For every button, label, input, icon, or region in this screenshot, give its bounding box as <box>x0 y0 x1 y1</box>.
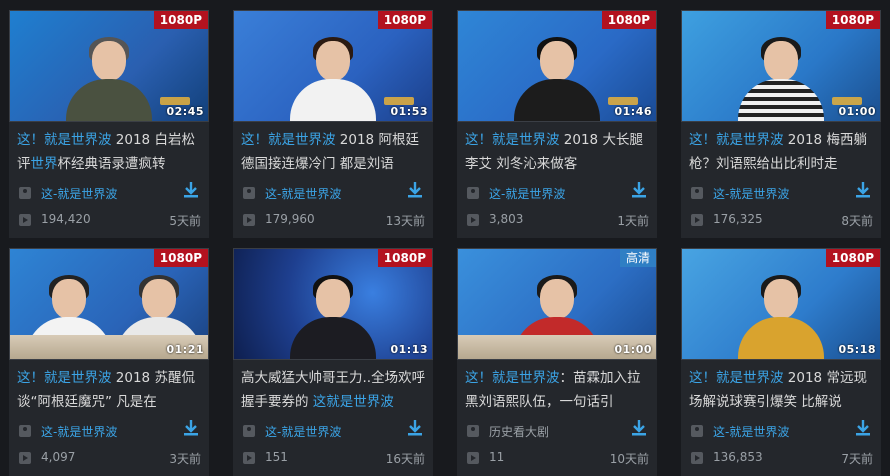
upload-age: 16天前 <box>385 452 425 466</box>
duration-label: 01:00 <box>838 105 876 118</box>
view-count: 151 <box>265 450 288 464</box>
video-title[interactable]: 这！就是世界波 2018 阿根廷德国接连爆冷门 都是刘语 <box>241 128 427 176</box>
view-count: 3,803 <box>489 212 524 226</box>
upload-age: 3天前 <box>169 452 201 466</box>
view-count: 179,960 <box>265 212 315 226</box>
resolution-badge: 1080P <box>153 11 208 29</box>
uploader-link[interactable]: 这-就是世界波 <box>41 423 117 440</box>
video-thumbnail[interactable]: 1080P 05:18 <box>681 248 881 360</box>
uploader-icon <box>19 187 31 199</box>
video-thumbnail[interactable]: 1080P 01:00 <box>681 10 881 122</box>
upload-age: 7天前 <box>841 452 873 466</box>
video-card[interactable]: 1080P 01:00 这！就是世界波 2018 梅西躺枪？刘语熙给出比利时走 … <box>681 10 881 238</box>
play-count-icon <box>691 452 703 464</box>
video-thumbnail[interactable]: 1080P 02:45 <box>9 10 209 122</box>
resolution-badge: 1080P <box>377 249 432 267</box>
play-count-icon <box>19 214 31 226</box>
video-card[interactable]: 1080P 01:21 这！就是世界波 2018 苏醒侃谈“阿根廷魔咒” 凡是在… <box>9 248 209 476</box>
video-title[interactable]: 这！就是世界波 2018 大长腿李艾 刘冬沁来做客 <box>465 128 651 176</box>
duration-label: 01:46 <box>614 105 652 118</box>
view-count: 194,420 <box>41 212 91 226</box>
view-count: 11 <box>489 450 505 464</box>
upload-age: 5天前 <box>169 214 201 228</box>
download-icon[interactable] <box>407 181 423 199</box>
video-title[interactable]: 这！就是世界波：苗霖加入拉黑刘语熙队伍，一句话引 <box>465 366 651 414</box>
video-title[interactable]: 这！就是世界波 2018 白岩松评世界杯经典语录遭疯转 <box>17 128 203 176</box>
uploader-icon <box>467 187 479 199</box>
duration-label: 01:13 <box>390 343 428 356</box>
play-count-icon <box>467 452 479 464</box>
video-thumbnail[interactable]: 高清 01:00 <box>457 248 657 360</box>
resolution-badge: 1080P <box>825 249 880 267</box>
video-thumbnail[interactable]: 1080P 01:21 <box>9 248 209 360</box>
download-icon[interactable] <box>183 419 199 437</box>
video-title[interactable]: 这！就是世界波 2018 常远现场解说球赛引爆笑 比解说 <box>689 366 875 414</box>
duration-label: 02:45 <box>166 105 204 118</box>
upload-age: 10天前 <box>609 452 649 466</box>
uploader-link[interactable]: 这-就是世界波 <box>265 423 341 440</box>
play-count-icon <box>467 214 479 226</box>
video-card[interactable]: 1080P 02:45 这！就是世界波 2018 白岩松评世界杯经典语录遭疯转 … <box>9 10 209 238</box>
video-thumbnail[interactable]: 1080P 01:53 <box>233 10 433 122</box>
play-count-icon <box>19 452 31 464</box>
uploader-icon <box>691 425 703 437</box>
play-count-icon <box>243 452 255 464</box>
resolution-badge: 1080P <box>825 11 880 29</box>
play-count-icon <box>691 214 703 226</box>
view-count: 136,853 <box>713 450 763 464</box>
uploader-icon <box>19 425 31 437</box>
duration-label: 01:53 <box>390 105 428 118</box>
video-card[interactable]: 1080P 05:18 这！就是世界波 2018 常远现场解说球赛引爆笑 比解说… <box>681 248 881 476</box>
uploader-link[interactable]: 这-就是世界波 <box>713 185 789 202</box>
video-card[interactable]: 1080P 01:46 这！就是世界波 2018 大长腿李艾 刘冬沁来做客 这-… <box>457 10 657 238</box>
uploader-icon <box>467 425 479 437</box>
uploader-link[interactable]: 这-就是世界波 <box>713 423 789 440</box>
video-title[interactable]: 高大威猛大帅哥王力..全场欢呼 握手要券的 这就是世界波 <box>241 366 427 414</box>
view-count: 176,325 <box>713 212 763 226</box>
video-title[interactable]: 这！就是世界波 2018 梅西躺枪？刘语熙给出比利时走 <box>689 128 875 176</box>
download-icon[interactable] <box>855 181 871 199</box>
download-icon[interactable] <box>631 181 647 199</box>
video-card[interactable]: 1080P 01:53 这！就是世界波 2018 阿根廷德国接连爆冷门 都是刘语… <box>233 10 433 238</box>
video-thumbnail[interactable]: 1080P 01:46 <box>457 10 657 122</box>
video-card[interactable]: 高清 01:00 这！就是世界波：苗霖加入拉黑刘语熙队伍，一句话引 历史看大剧 … <box>457 248 657 476</box>
video-thumbnail[interactable]: 1080P 01:13 <box>233 248 433 360</box>
play-count-icon <box>243 214 255 226</box>
uploader-link[interactable]: 这-就是世界波 <box>489 185 565 202</box>
uploader-icon <box>243 425 255 437</box>
uploader-link[interactable]: 这-就是世界波 <box>41 185 117 202</box>
uploader-icon <box>243 187 255 199</box>
download-icon[interactable] <box>855 419 871 437</box>
upload-age: 1天前 <box>617 214 649 228</box>
video-card[interactable]: 1080P 01:13 高大威猛大帅哥王力..全场欢呼 握手要券的 这就是世界波… <box>233 248 433 476</box>
duration-label: 05:18 <box>838 343 876 356</box>
duration-label: 01:21 <box>166 343 204 356</box>
resolution-badge: 1080P <box>377 11 432 29</box>
uploader-link[interactable]: 历史看大剧 <box>489 423 549 440</box>
uploader-link[interactable]: 这-就是世界波 <box>265 185 341 202</box>
resolution-badge: 1080P <box>153 249 208 267</box>
video-title[interactable]: 这！就是世界波 2018 苏醒侃谈“阿根廷魔咒” 凡是在 <box>17 366 203 414</box>
download-icon[interactable] <box>407 419 423 437</box>
view-count: 4,097 <box>41 450 76 464</box>
upload-age: 8天前 <box>841 214 873 228</box>
uploader-icon <box>691 187 703 199</box>
upload-age: 13天前 <box>385 214 425 228</box>
resolution-badge: 1080P <box>601 11 656 29</box>
download-icon[interactable] <box>631 419 647 437</box>
download-icon[interactable] <box>183 181 199 199</box>
resolution-badge: 高清 <box>619 249 656 267</box>
duration-label: 01:00 <box>614 343 652 356</box>
